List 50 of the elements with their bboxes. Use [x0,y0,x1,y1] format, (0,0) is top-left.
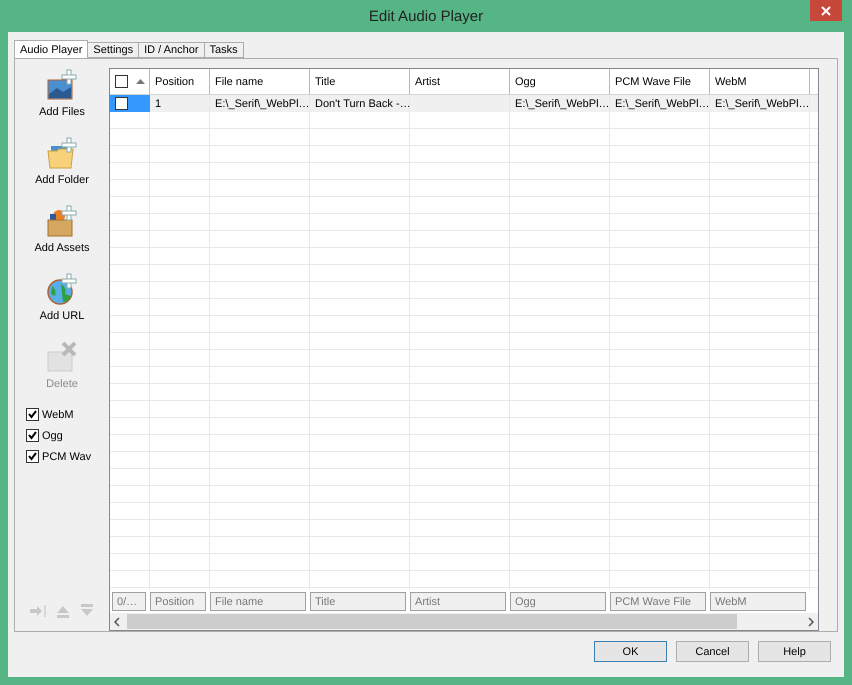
tab[interactable]: Audio Player [14,40,88,58]
table-cell: E:\_Serif\_WebPl… [515,98,610,110]
column-header[interactable]: Position [155,76,194,88]
globe-add-icon [44,272,79,306]
checkbox[interactable] [115,75,128,88]
table-cell: E:\_Serif\_WebPl… [215,98,310,110]
filter-field[interactable]: PCM Wave File [610,592,706,611]
toolbar-button[interactable]: Add Files [39,68,85,130]
checkbox[interactable] [26,450,39,463]
image-add-icon [44,68,79,102]
filter-field[interactable]: Artist [410,592,506,611]
filter-field[interactable]: Position [150,592,206,611]
checkbox-label: WebM [42,408,74,420]
table-cell: E:\_Serif\_WebPl… [715,98,810,110]
window-title: Edit Audio Player [368,8,484,24]
filter-field[interactable]: Title [310,592,406,611]
table-cell: 1 [155,98,162,110]
tab[interactable]: ID / Anchor [138,42,205,58]
dialog-button[interactable]: OK [594,641,667,662]
dialog-button[interactable]: Help [758,641,831,662]
table-cell: E:\_Serif\_WebPl… [615,98,710,110]
tab[interactable]: Tasks [204,42,244,58]
column-header[interactable]: File name [215,76,264,88]
horizontal-scrollbar[interactable] [110,613,818,630]
sort-arrow-icon[interactable] [136,78,145,84]
image-delete-icon [45,340,79,374]
column-header[interactable]: Title [315,76,336,88]
toolbar-button[interactable]: Add Folder [35,136,89,198]
filter-field[interactable]: File name [210,592,306,611]
filter-field[interactable]: 0/… [112,592,146,611]
table-cell: Don't Turn Back -… [315,98,411,110]
checkbox-label: Ogg [42,430,63,442]
tab[interactable]: Settings [87,42,140,58]
filter-field[interactable]: WebM [710,592,806,611]
close-icon [821,6,831,16]
checkbox[interactable] [26,429,39,442]
checkbox-label: PCM Wav [42,450,92,462]
checkbox[interactable] [26,408,39,421]
column-header[interactable]: Artist [415,76,440,88]
column-header[interactable]: WebM [715,76,747,88]
dialog-button[interactable]: Cancel [676,641,749,662]
folder-add-icon [45,136,79,170]
checkbox[interactable] [115,97,128,110]
column-header[interactable]: PCM Wave File [615,76,691,88]
box-add-icon [44,204,79,238]
filter-field[interactable]: Ogg [510,592,606,611]
close-button[interactable] [810,0,842,21]
column-header[interactable]: Ogg [515,76,536,88]
toolbar-button[interactable]: Add URL [40,272,84,334]
toolbar-button[interactable]: Add Assets [34,204,90,266]
